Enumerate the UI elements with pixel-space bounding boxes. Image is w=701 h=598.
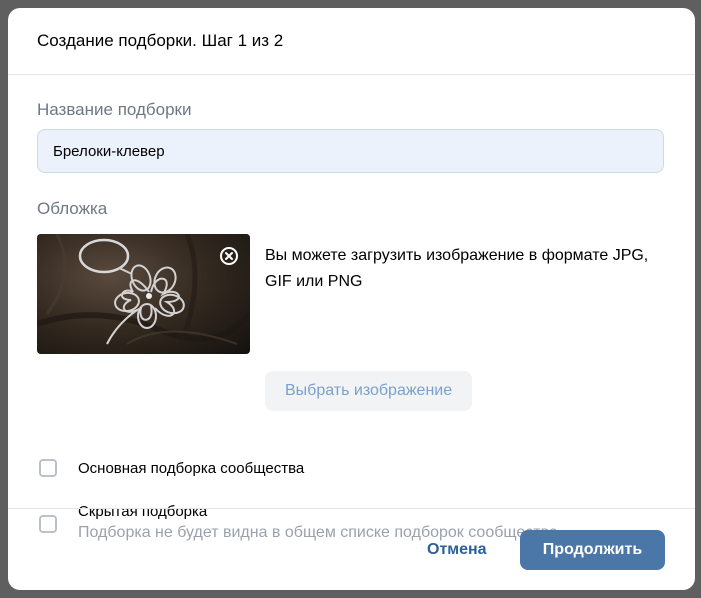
choose-image-button[interactable]: Выбрать изображение bbox=[265, 371, 473, 411]
cancel-button[interactable]: Отмена bbox=[415, 530, 499, 570]
cover-thumbnail bbox=[37, 234, 250, 354]
close-circle-icon bbox=[220, 247, 238, 265]
continue-button[interactable]: Продолжить bbox=[520, 530, 665, 570]
main-collection-label: Основная подборка сообщества bbox=[78, 460, 305, 477]
cover-label: Обложка bbox=[37, 199, 108, 218]
create-collection-modal: Создание подборки. Шаг 1 из 2 Название п… bbox=[8, 8, 695, 590]
modal-footer: Отмена Продолжить bbox=[8, 508, 695, 590]
main-collection-checkbox[interactable] bbox=[39, 459, 57, 477]
collection-name-input[interactable] bbox=[37, 129, 664, 173]
modal-header: Создание подборки. Шаг 1 из 2 bbox=[8, 8, 695, 75]
modal-title: Создание подборки. Шаг 1 из 2 bbox=[37, 31, 284, 50]
collection-name-label: Название подборки bbox=[37, 100, 192, 119]
cover-format-info: Вы можете загрузить изображение в формат… bbox=[265, 247, 649, 290]
remove-cover-button[interactable] bbox=[219, 246, 239, 266]
